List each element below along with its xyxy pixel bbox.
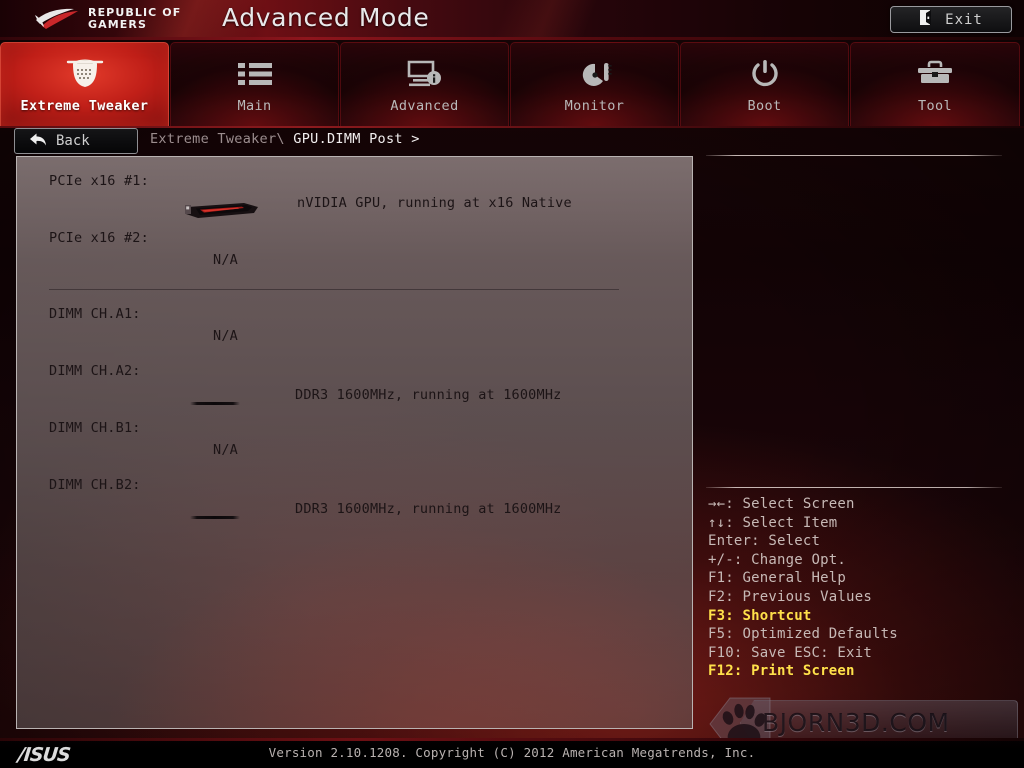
content-panel: PCIe x16 #1: nVIDIA GPU, running at x16 … [16, 156, 693, 729]
tab-label: Boot [747, 98, 782, 114]
page-title: Advanced Mode [222, 3, 430, 32]
section-divider [49, 289, 619, 290]
tab-label: Monitor [564, 98, 625, 114]
tab-label: Advanced [390, 98, 459, 114]
gauge-icon [578, 54, 612, 94]
watermark-text: BJORN3D.COM [762, 708, 950, 737]
gpu-card-icon [182, 201, 260, 221]
bios-version-text: Version 2.10.1208. Copyright (C) 2012 Am… [268, 745, 756, 760]
exit-button-label: Exit [945, 11, 983, 28]
row-value: DDR3 1600MHz, running at 1600MHz [295, 387, 562, 403]
row-label: PCIe x16 #1: [49, 173, 149, 189]
list-icon [237, 54, 272, 94]
tweaker-dial-icon [64, 54, 106, 94]
keyboard-shortcuts-list: →←: Select Screen ↑↓: Select Item Enter:… [708, 495, 898, 681]
dimm-stick-icon [190, 516, 240, 519]
breadcrumb-current: GPU.DIMM Post > [293, 131, 420, 147]
help-item: F2: Previous Values [708, 588, 872, 605]
monitor-info-icon [407, 54, 443, 94]
rog-logo: REPUBLIC OF GAMERS [34, 6, 181, 32]
power-icon [750, 54, 780, 94]
help-item-print-screen[interactable]: F12: Print Screen [708, 662, 898, 681]
rog-brand-line-2: GAMERS [88, 18, 147, 31]
tab-monitor[interactable]: Monitor [510, 42, 679, 126]
dimm-stick-icon [190, 402, 240, 405]
header-light-streak [491, 0, 599, 40]
row-label: DIMM CH.A1: [49, 306, 141, 322]
back-arrow-icon [29, 132, 47, 151]
help-top-divider [706, 155, 1002, 156]
help-item: Enter: Select [708, 533, 821, 550]
tab-label: Extreme Tweaker [20, 98, 149, 114]
help-item: ↑↓: Select Item [708, 514, 838, 531]
row-label: DIMM CH.B2: [49, 477, 141, 493]
help-item-shortcut[interactable]: F3: Shortcut [708, 607, 898, 626]
tab-boot[interactable]: Boot [680, 42, 849, 126]
tab-label: Main [237, 98, 272, 114]
tab-label: Tool [917, 98, 953, 114]
tab-main[interactable]: Main [170, 42, 339, 126]
header-bar: REPUBLIC OF GAMERS Advanced Mode Exit [0, 0, 1024, 40]
exit-button[interactable]: Exit [890, 6, 1012, 33]
rog-brand-text: REPUBLIC OF GAMERS [88, 6, 181, 32]
breadcrumb-parent[interactable]: Extreme Tweaker\ [150, 131, 285, 147]
back-button[interactable]: Back [14, 128, 138, 154]
bios-screen: REPUBLIC OF GAMERS Advanced Mode Exit Ex… [0, 0, 1024, 768]
back-button-label: Back [56, 133, 90, 149]
tab-extreme-tweaker[interactable]: Extreme Tweaker [0, 42, 169, 126]
row-value: DDR3 1600MHz, running at 1600MHz [295, 501, 562, 517]
tab-tool[interactable]: Tool [850, 42, 1020, 126]
toolbox-icon [917, 54, 953, 94]
row-label: PCIe x16 #2: [49, 230, 149, 246]
tab-advanced[interactable]: Advanced [340, 42, 509, 126]
row-value: N/A [213, 328, 238, 344]
row-label: DIMM CH.A2: [49, 363, 141, 379]
help-item: F1: General Help [708, 570, 847, 587]
main-navigation: Extreme Tweaker Main Advanced Monitor Bo… [0, 42, 1024, 128]
footer-bar: /ISUS Version 2.10.1208. Copyright (C) 2… [0, 738, 1024, 768]
help-item: F5: Optimized Defaults [708, 626, 898, 643]
help-item: F10: Save ESC: Exit [708, 644, 872, 661]
help-bottom-divider [706, 487, 1002, 488]
help-item: →←: Select Screen [708, 496, 855, 512]
help-panel: →←: Select Screen ↑↓: Select Item Enter:… [700, 150, 1010, 730]
row-label: DIMM CH.B1: [49, 420, 141, 436]
exit-door-icon [919, 9, 934, 30]
row-value: N/A [213, 252, 238, 268]
row-value: N/A [213, 442, 238, 458]
help-item: +/-: Change Opt. [708, 551, 847, 568]
row-value: nVIDIA GPU, running at x16 Native [297, 195, 572, 211]
breadcrumb: Extreme Tweaker\ GPU.DIMM Post > [150, 131, 420, 147]
rog-eye-icon [34, 6, 80, 32]
